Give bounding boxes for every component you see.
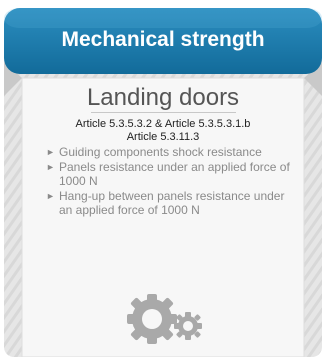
list-item-text: Guiding components shock resistance (59, 145, 262, 159)
list-item-text: Panels resistance under an applied force… (59, 160, 290, 188)
article-reference: Article 5.3.5.3.2 & Article 5.3.5.3.1.b … (22, 118, 304, 144)
list-item: ► Panels resistance under an applied for… (46, 160, 292, 188)
list-item: ► Hang-up between panels resistance unde… (46, 189, 292, 217)
list-item: ► Guiding components shock resistance (46, 145, 292, 159)
article-reference-line-1: Article 5.3.5.3.2 & Article 5.3.5.3.1.b (75, 118, 251, 130)
arrow-marker-icon: ► (46, 147, 55, 157)
arrow-marker-icon: ► (46, 191, 55, 201)
title-divider (90, 112, 236, 113)
article-reference-line-2: Article 5.3.11.3 (126, 131, 200, 143)
gears-icon (127, 294, 202, 344)
mechanical-strength-card: Mechanical strength Landing doors Articl… (0, 0, 326, 357)
requirements-list: ► Guiding components shock resistance ► … (46, 145, 292, 217)
content-panel: Landing doors Article 5.3.5.3.2 & Articl… (22, 82, 304, 218)
page-title: Landing doors (86, 84, 240, 111)
arrow-marker-icon: ► (46, 162, 55, 172)
list-item-text: Hang-up between panels resistance under … (59, 189, 285, 217)
banner-title: Mechanical strength (61, 28, 265, 51)
